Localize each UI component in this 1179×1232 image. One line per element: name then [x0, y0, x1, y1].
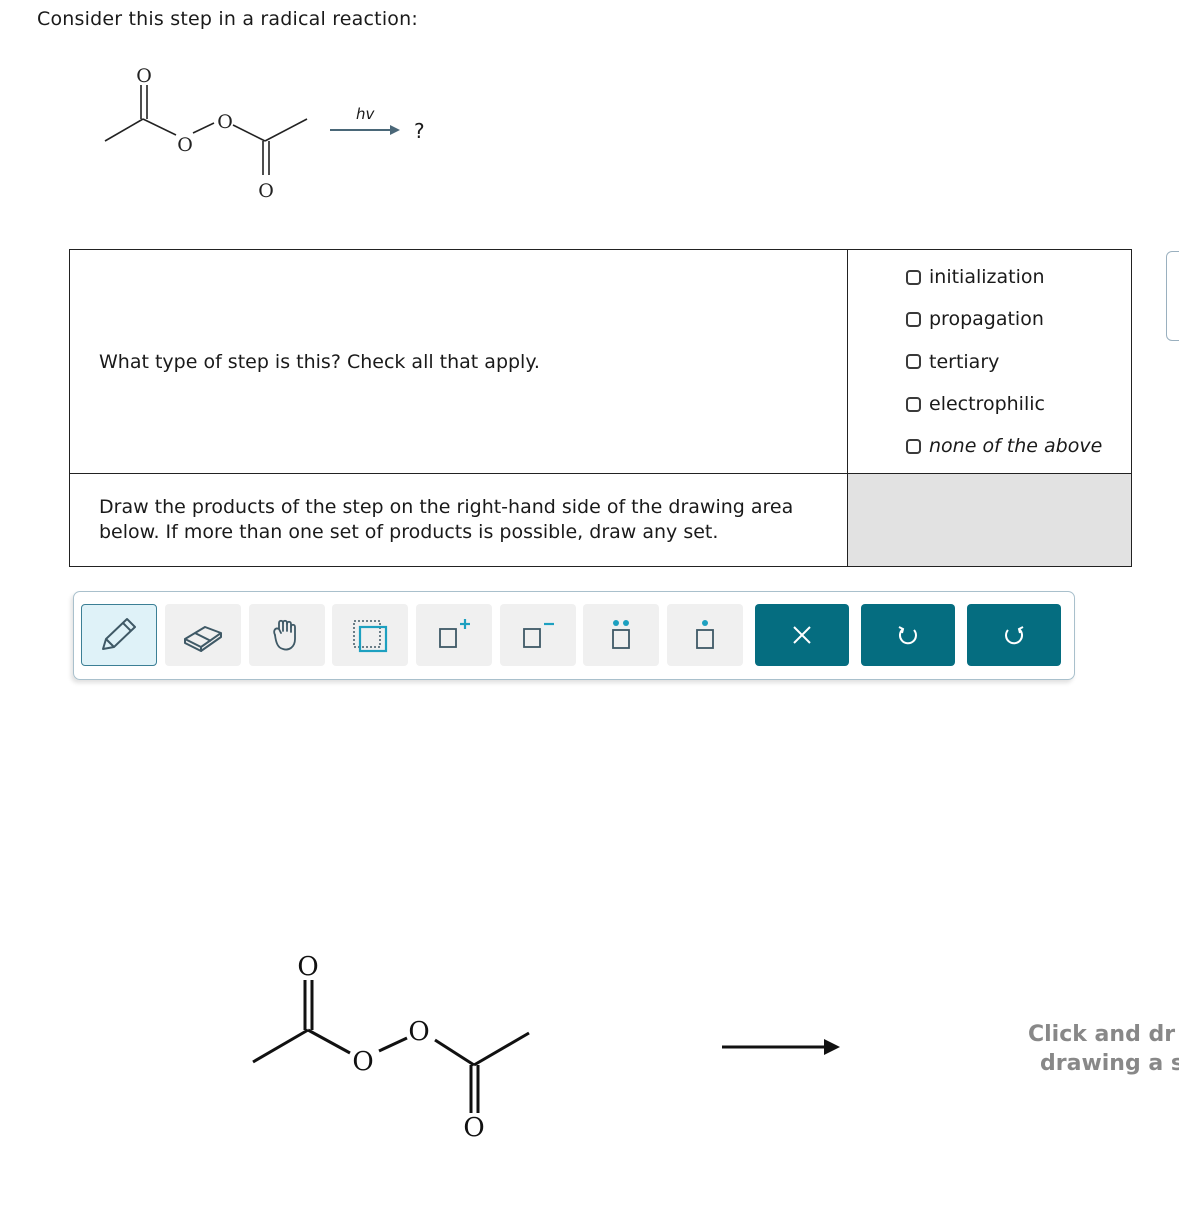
question-table: What type of step is this? Check all tha…: [69, 248, 1132, 568]
atom-o[interactable]: O: [297, 952, 318, 982]
atom-o: O: [177, 134, 193, 156]
radical-button[interactable]: [667, 604, 743, 666]
canvas-hint-line-1: Click and dr: [1028, 1022, 1176, 1047]
add-charge-minus-icon: [523, 622, 554, 648]
unknown-product: ?: [414, 119, 425, 143]
option-label: tertiary: [929, 350, 1000, 373]
clear-icon: [793, 626, 811, 644]
canvas-reactant-structure[interactable]: O O O O: [245, 950, 545, 1150]
redo-icon: [1005, 626, 1024, 645]
undo-button[interactable]: [861, 604, 955, 666]
eraser-tool-button[interactable]: [165, 604, 241, 666]
option-initialization[interactable]: initialization: [906, 256, 1131, 298]
reaction-scheme: O O O O hv ?: [90, 55, 450, 215]
prompt-text: Consider this step in a radical reaction…: [37, 8, 418, 30]
select-tool-button[interactable]: [332, 604, 408, 666]
option-label: initialization: [929, 266, 1045, 289]
question-2-answer-cell: [847, 473, 1132, 568]
undo-icon: [898, 626, 917, 645]
option-none-of-the-above[interactable]: none of the above: [906, 425, 1131, 467]
pencil-icon: [102, 618, 136, 650]
option-electrophilic[interactable]: electrophilic: [906, 383, 1131, 425]
checkbox-icon[interactable]: [906, 354, 921, 370]
radical-icon: [696, 620, 714, 649]
atom-o[interactable]: O: [463, 1113, 484, 1143]
option-label: none of the above: [929, 435, 1103, 458]
lone-pair-button[interactable]: [583, 604, 659, 666]
pencil-tool-button[interactable]: [81, 604, 157, 666]
clear-button[interactable]: [755, 604, 849, 666]
drawing-toolbar: [73, 591, 1075, 680]
reaction-arrow: [330, 125, 400, 135]
question-1-options: initialization propagation tertiary elec…: [847, 248, 1132, 475]
negative-charge-button[interactable]: [500, 604, 576, 666]
canvas-reaction-arrow[interactable]: [720, 1036, 845, 1058]
hand-icon: [273, 619, 296, 651]
canvas-hint-line-2: drawing a s: [1040, 1051, 1179, 1076]
checkbox-icon[interactable]: [906, 311, 921, 327]
option-label: electrophilic: [929, 393, 1045, 416]
redo-button[interactable]: [967, 604, 1061, 666]
checkbox-icon[interactable]: [906, 396, 921, 412]
eraser-icon: [184, 626, 222, 652]
reactant-structure: O O O O: [104, 65, 400, 202]
side-panel-tab[interactable]: [1166, 251, 1179, 341]
atom-o[interactable]: O: [352, 1047, 373, 1077]
atom-o: O: [217, 111, 233, 133]
checkbox-icon[interactable]: [906, 269, 921, 285]
move-tool-button[interactable]: [249, 604, 325, 666]
atom-o: O: [258, 180, 274, 202]
question-1-text: What type of step is this? Check all tha…: [69, 248, 848, 475]
positive-charge-button[interactable]: [416, 604, 492, 666]
atom-o[interactable]: O: [408, 1017, 429, 1047]
reaction-condition: hv: [356, 105, 375, 123]
checkbox-icon[interactable]: [906, 438, 921, 454]
add-charge-plus-icon: [439, 619, 470, 648]
atom-o: O: [136, 65, 152, 87]
select-box-icon: [353, 620, 388, 653]
option-propagation[interactable]: propagation: [906, 298, 1131, 340]
option-tertiary[interactable]: tertiary: [906, 341, 1131, 383]
lone-pair-icon: [612, 620, 630, 649]
question-2-text: Draw the products of the step on the rig…: [69, 473, 848, 568]
canvas-hint: Click and dr drawing a s: [1028, 1020, 1179, 1078]
option-label: propagation: [929, 308, 1044, 331]
